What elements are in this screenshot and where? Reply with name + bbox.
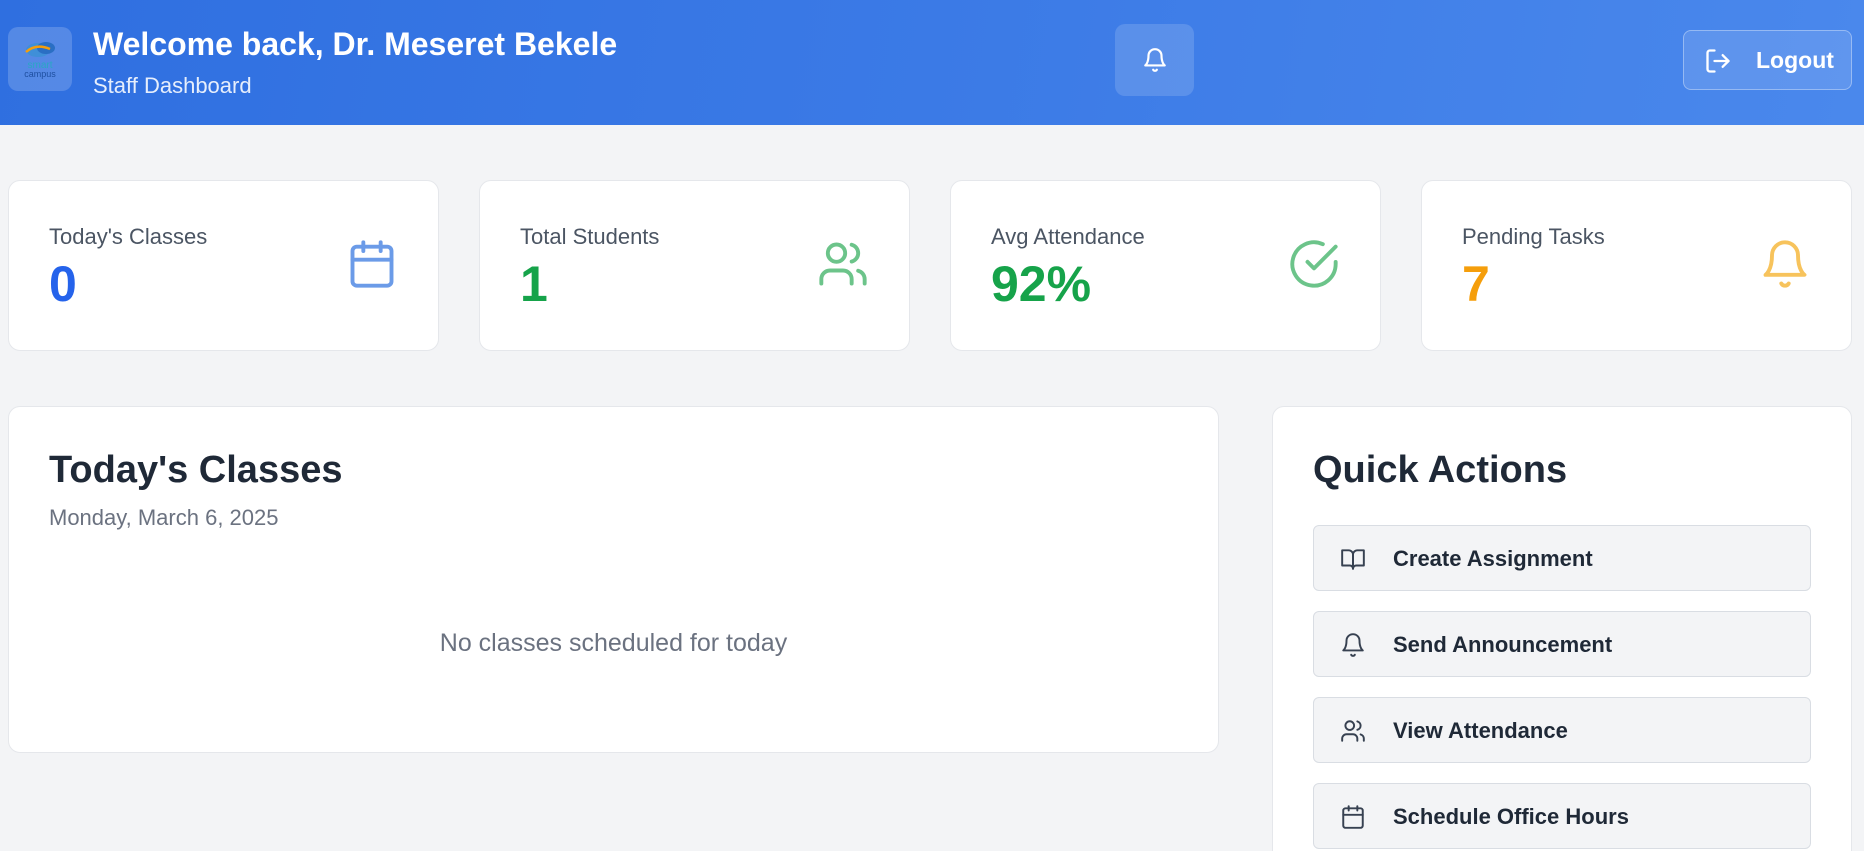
logout-button[interactable]: Logout xyxy=(1683,30,1852,90)
quick-action-label: Send Announcement xyxy=(1393,632,1613,657)
quick-action-label: Create Assignment xyxy=(1393,546,1593,571)
dashboard-subtitle: Staff Dashboard xyxy=(93,73,252,98)
logout-icon xyxy=(1706,49,1730,73)
stat-label: Total Students xyxy=(520,224,660,249)
view-attendance-button[interactable]: View Attendance xyxy=(1313,697,1811,763)
send-announcement-button[interactable]: Send Announcement xyxy=(1313,611,1811,677)
stat-value: 92% xyxy=(991,256,1092,312)
stat-value: 0 xyxy=(49,256,77,312)
bell-icon xyxy=(1342,633,1364,657)
users-icon xyxy=(1341,720,1365,742)
check-circle-icon xyxy=(1290,240,1338,288)
stat-label: Avg Attendance xyxy=(991,224,1145,249)
bell-icon xyxy=(1763,240,1807,288)
panel-date: Monday, March 6, 2025 xyxy=(49,505,279,530)
create-assignment-button[interactable]: Create Assignment xyxy=(1313,525,1811,591)
stat-card-total-students: Total Students 1 xyxy=(479,180,910,351)
panel-title: Quick Actions xyxy=(1313,449,1568,491)
stat-label: Today's Classes xyxy=(49,224,208,249)
stat-value: 7 xyxy=(1462,256,1490,312)
notifications-button[interactable] xyxy=(1115,24,1194,96)
stat-value: 1 xyxy=(520,256,548,312)
logo-text-campus: campus xyxy=(24,69,56,79)
smart-campus-logo: smart campus xyxy=(8,27,72,91)
quick-action-label: View Attendance xyxy=(1393,718,1568,743)
calendar-icon xyxy=(350,240,394,288)
bell-icon xyxy=(1143,48,1166,72)
book-open-icon xyxy=(1341,549,1365,570)
todays-classes-panel: Today's Classes Monday, March 6, 2025 No… xyxy=(8,406,1219,753)
empty-state-message: No classes scheduled for today xyxy=(439,629,788,657)
stat-label: Pending Tasks xyxy=(1462,224,1605,249)
quick-actions-panel: Quick Actions Create Assignment Send Ann… xyxy=(1272,406,1852,851)
users-icon xyxy=(819,242,867,286)
top-header: smart campus Welcome back, Dr. Meseret B… xyxy=(0,0,1864,125)
logo-icon: smart campus xyxy=(24,42,56,79)
panel-title: Today's Classes xyxy=(49,449,343,491)
logout-label: Logout xyxy=(1756,47,1834,73)
stat-card-todays-classes: Today's Classes 0 xyxy=(8,180,439,351)
quick-action-label: Schedule Office Hours xyxy=(1393,804,1629,829)
schedule-office-hours-button[interactable]: Schedule Office Hours xyxy=(1313,783,1811,849)
stat-card-pending-tasks: Pending Tasks 7 xyxy=(1421,180,1852,351)
welcome-title: Welcome back, Dr. Meseret Bekele xyxy=(93,26,618,62)
calendar-icon xyxy=(1342,805,1364,829)
stat-card-avg-attendance: Avg Attendance 92% xyxy=(950,180,1381,351)
